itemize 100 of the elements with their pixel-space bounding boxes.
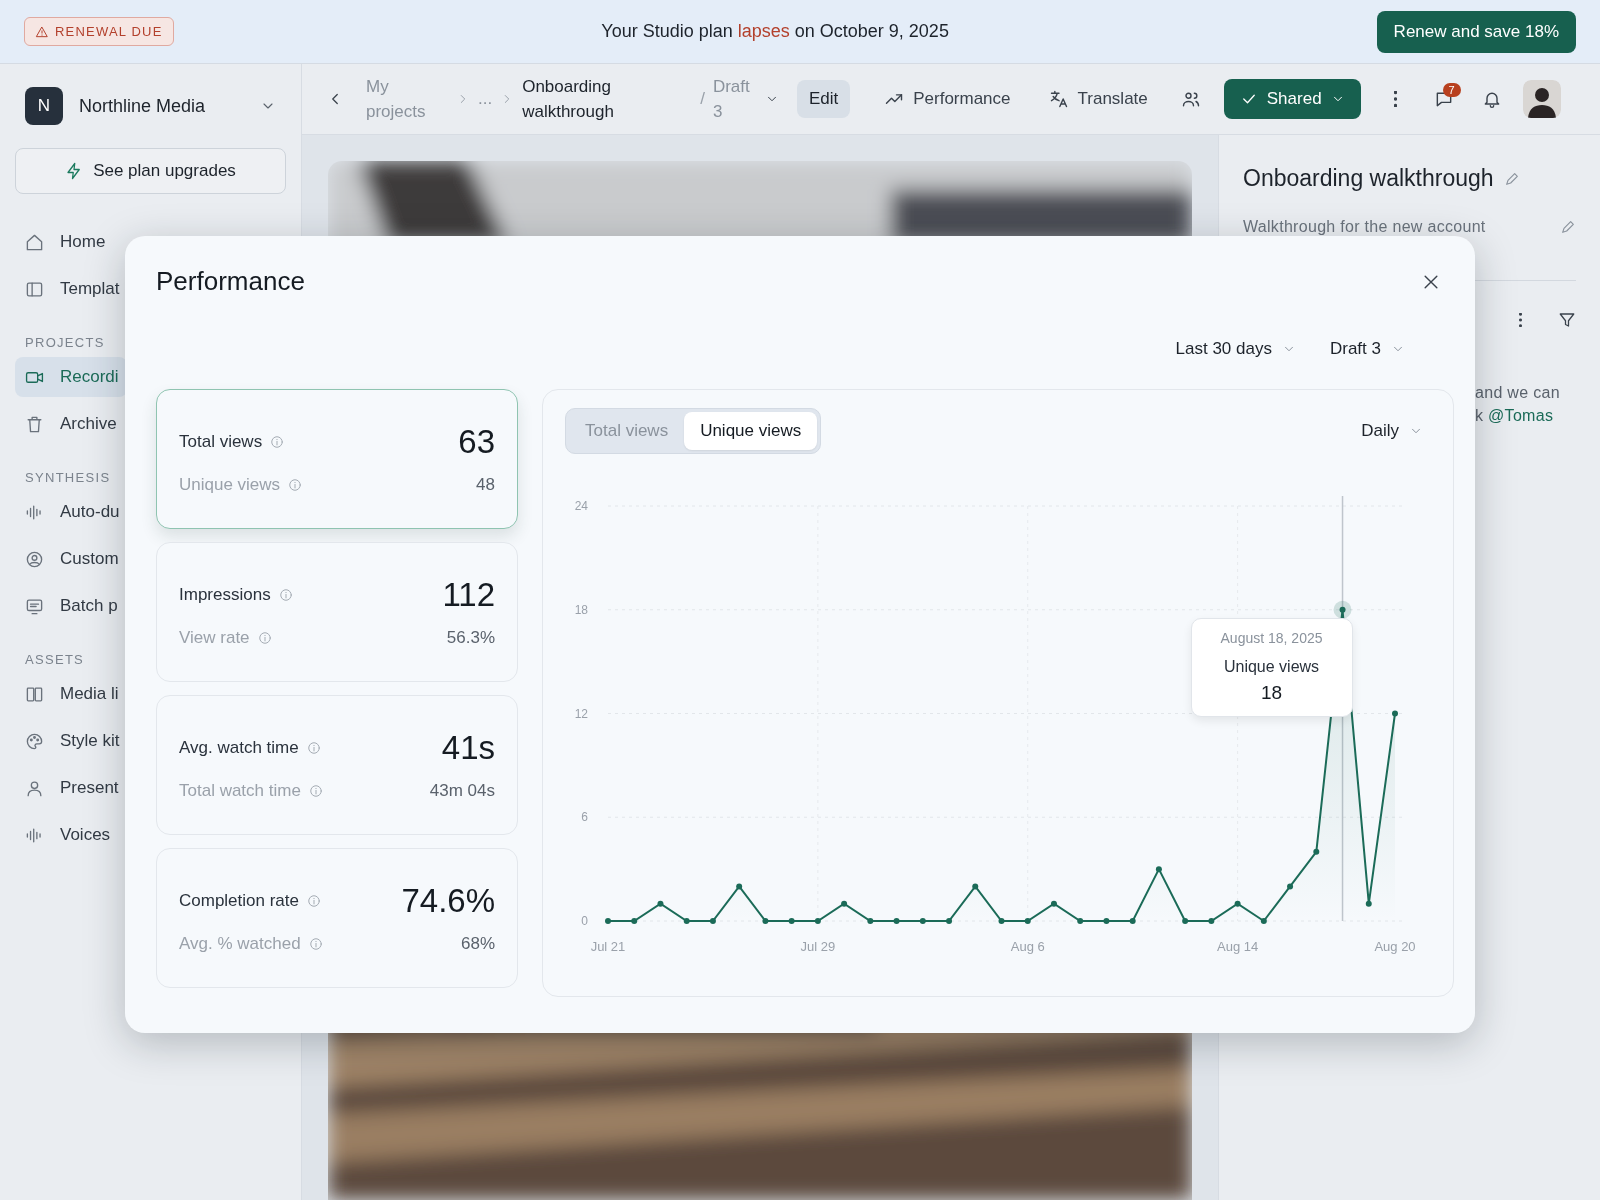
filter-dropdown[interactable]: Draft 3 bbox=[1329, 339, 1405, 359]
nav-item[interactable]: Custom bbox=[15, 539, 127, 579]
nav-item[interactable]: Templat bbox=[15, 269, 128, 309]
data-point bbox=[893, 918, 900, 924]
user-circle-icon bbox=[25, 549, 44, 569]
nav-item[interactable]: Auto-du bbox=[15, 492, 128, 532]
x-axis-label: Jul 21 bbox=[590, 939, 626, 954]
data-point bbox=[972, 883, 979, 890]
person-icon bbox=[25, 778, 44, 798]
metric-sub-label: View rate bbox=[179, 628, 250, 648]
metric-value: 63 bbox=[458, 423, 495, 461]
metric-card[interactable]: Avg. watch time 41s Total watch time 43m 04s bbox=[156, 695, 518, 835]
badge-text: RENEWAL DUE bbox=[55, 24, 163, 39]
translate-button[interactable]: Translate bbox=[1036, 80, 1160, 118]
x-axis-label: Aug 14 bbox=[1217, 939, 1259, 954]
data-point bbox=[1129, 918, 1136, 924]
nav-item[interactable]: Recordi bbox=[15, 357, 127, 397]
section-heading: SYNTHESIS bbox=[24, 470, 112, 485]
more-button[interactable] bbox=[1519, 313, 1522, 327]
comments-button[interactable]: 7 bbox=[1424, 80, 1463, 118]
info-icon bbox=[288, 478, 303, 492]
toggle-tab[interactable]: Unique views bbox=[684, 412, 818, 450]
section-heading: PROJECTS bbox=[24, 335, 106, 350]
nav-item[interactable]: Present bbox=[15, 768, 127, 808]
info-icon bbox=[257, 631, 272, 645]
metric-card[interactable]: Impressions 112 View rate 56.3% bbox=[156, 542, 518, 682]
metric-card[interactable]: Completion rate 74.6% Avg. % watched 68% bbox=[156, 848, 518, 988]
info-icon bbox=[307, 894, 321, 908]
metric-label: Impressions bbox=[179, 585, 271, 605]
monitor-icon bbox=[25, 596, 44, 616]
nav-item[interactable]: Style kit bbox=[15, 721, 128, 761]
metric-sub-label: Avg. % watched bbox=[179, 934, 301, 954]
info-icon bbox=[270, 435, 285, 449]
data-point bbox=[1103, 918, 1110, 924]
shared-button[interactable]: Shared bbox=[1223, 79, 1361, 119]
metric-value: 112 bbox=[442, 576, 495, 614]
home-icon bbox=[25, 232, 44, 252]
breadcrumb-divider: / bbox=[700, 89, 705, 109]
nav-item[interactable]: Batch p bbox=[15, 586, 126, 626]
project-title: Onboarding walkthrough bbox=[1243, 165, 1494, 192]
tooltip-value: 18 bbox=[1259, 681, 1284, 704]
translate-icon bbox=[1048, 89, 1069, 109]
renew-button[interactable]: Renew and save 18% bbox=[1376, 10, 1576, 53]
info-icon bbox=[308, 937, 323, 951]
data-point bbox=[814, 918, 821, 924]
panel-icon bbox=[25, 279, 44, 299]
tooltip-date: August 18, 2025 bbox=[1219, 629, 1324, 646]
y-axis-label: 18 bbox=[574, 602, 588, 617]
data-point bbox=[683, 918, 690, 924]
nav-item[interactable]: Media li bbox=[15, 674, 127, 714]
x-axis-label: Jul 29 bbox=[800, 939, 836, 954]
data-point bbox=[867, 918, 874, 924]
interval-dropdown[interactable]: Daily bbox=[1361, 421, 1423, 441]
comment-text: and we can k @Tomas bbox=[1475, 383, 1561, 426]
nav-item[interactable]: Home bbox=[15, 222, 114, 262]
nav-item[interactable]: Archive bbox=[15, 404, 125, 444]
data-point bbox=[605, 918, 611, 924]
tooltip-label: Unique views bbox=[1222, 657, 1321, 676]
people-icon bbox=[1180, 89, 1201, 109]
data-point bbox=[1339, 606, 1346, 613]
data-point bbox=[841, 900, 848, 907]
warning-icon bbox=[35, 24, 49, 39]
metric-label: Total views bbox=[179, 432, 263, 452]
data-point bbox=[1392, 710, 1398, 717]
metric-sub-label: Unique views bbox=[179, 475, 281, 495]
data-point bbox=[946, 918, 953, 924]
workspace-name[interactable]: Northline Media bbox=[79, 95, 244, 117]
data-point bbox=[736, 883, 743, 890]
metric-value: 41s bbox=[441, 729, 495, 767]
y-axis-label: 0 bbox=[581, 914, 588, 928]
section-heading: ASSETS bbox=[24, 652, 86, 667]
data-point bbox=[788, 918, 795, 924]
data-point bbox=[709, 918, 716, 924]
mention-link[interactable]: @Tomas bbox=[1488, 407, 1554, 424]
data-point bbox=[762, 918, 769, 924]
filter-dropdown[interactable]: Last 30 days bbox=[1175, 339, 1296, 359]
breadcrumb-current: Onboarding walkthrough bbox=[522, 76, 615, 123]
metric-card[interactable]: Total views 63 Unique views 48 bbox=[156, 389, 518, 529]
workspace-avatar: N bbox=[25, 87, 63, 125]
metric-sub-value: 56.3% bbox=[446, 628, 495, 648]
info-icon bbox=[306, 741, 321, 755]
data-point bbox=[1313, 848, 1320, 855]
pencil-icon bbox=[1560, 219, 1576, 235]
data-point bbox=[1208, 918, 1215, 924]
x-axis-label: Aug 20 bbox=[1374, 939, 1416, 954]
edit-button[interactable]: Edit bbox=[796, 80, 851, 118]
data-point bbox=[1024, 918, 1031, 924]
data-point bbox=[1155, 866, 1162, 873]
columns-icon bbox=[25, 684, 44, 704]
info-icon bbox=[308, 784, 323, 798]
upgrade-button[interactable]: See plan upgrades bbox=[15, 148, 286, 194]
metric-label: Avg. watch time bbox=[179, 738, 299, 758]
data-point bbox=[919, 918, 926, 924]
performance-button[interactable]: Performance bbox=[872, 80, 1023, 118]
filter-button[interactable] bbox=[1558, 311, 1576, 329]
nav-item[interactable]: Voices bbox=[15, 815, 119, 855]
modal-title: Performance bbox=[156, 266, 305, 297]
x-axis-label: Aug 6 bbox=[1010, 939, 1045, 954]
user-avatar[interactable] bbox=[1522, 80, 1561, 118]
kebab-icon bbox=[1519, 313, 1522, 327]
